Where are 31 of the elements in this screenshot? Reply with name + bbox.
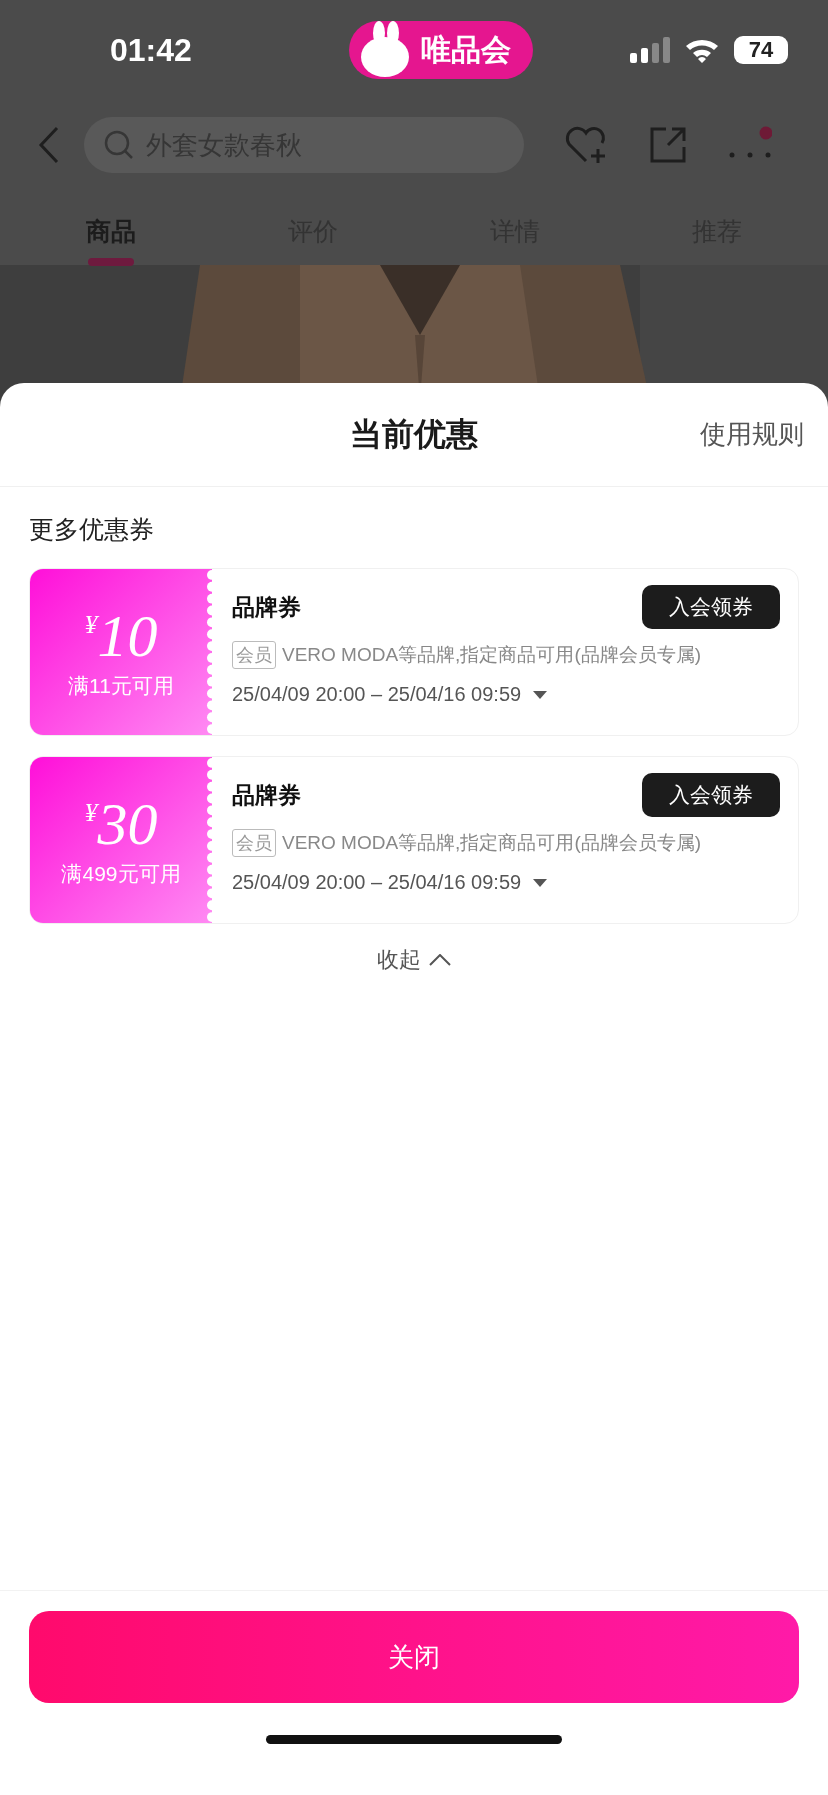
share-icon[interactable] (648, 125, 688, 165)
coupon-description: VERO MODA等品牌,指定商品可用(品牌会员专属) (282, 643, 702, 667)
chevron-up-icon (429, 954, 451, 966)
signal-icon (630, 37, 670, 63)
wifi-icon (684, 37, 720, 63)
member-tag: 会员 (232, 829, 276, 857)
join-claim-button[interactable]: 入会领券 (642, 585, 780, 629)
rules-link[interactable]: 使用规则 (700, 417, 804, 452)
caret-down-icon[interactable] (533, 690, 548, 699)
back-icon[interactable] (38, 126, 60, 164)
validity-period: 25/04/09 20:00 – 25/04/16 09:59 (232, 871, 522, 894)
status-time: 01:42 (110, 31, 192, 69)
heart-plus-icon[interactable] (564, 125, 608, 165)
currency-symbol: ¥ (84, 798, 98, 827)
join-claim-button[interactable]: 入会领券 (642, 773, 780, 817)
coupon-name: 品牌券 (232, 592, 301, 622)
coupon-condition: 满11元可用 (68, 673, 174, 699)
caret-down-icon[interactable] (533, 878, 548, 887)
collapse-button[interactable]: 收起 (371, 944, 457, 976)
close-button[interactable]: 关闭 (29, 1611, 799, 1703)
currency-symbol: ¥ (84, 610, 98, 639)
app-badge-label: 唯品会 (420, 31, 511, 68)
section-title: 更多优惠券 (29, 514, 155, 545)
coupon-condition: 满499元可用 (61, 861, 181, 887)
battery-level: 74 (734, 36, 788, 64)
search-icon (104, 130, 134, 160)
validity-period: 25/04/09 20:00 – 25/04/16 09:59 (232, 683, 522, 706)
member-tag: 会员 (232, 641, 276, 669)
coupon-name: 品牌券 (232, 780, 301, 810)
sheet-title: 当前优惠 (350, 414, 478, 454)
coupon-description: VERO MODA等品牌,指定商品可用(品牌会员专属) (282, 831, 702, 855)
